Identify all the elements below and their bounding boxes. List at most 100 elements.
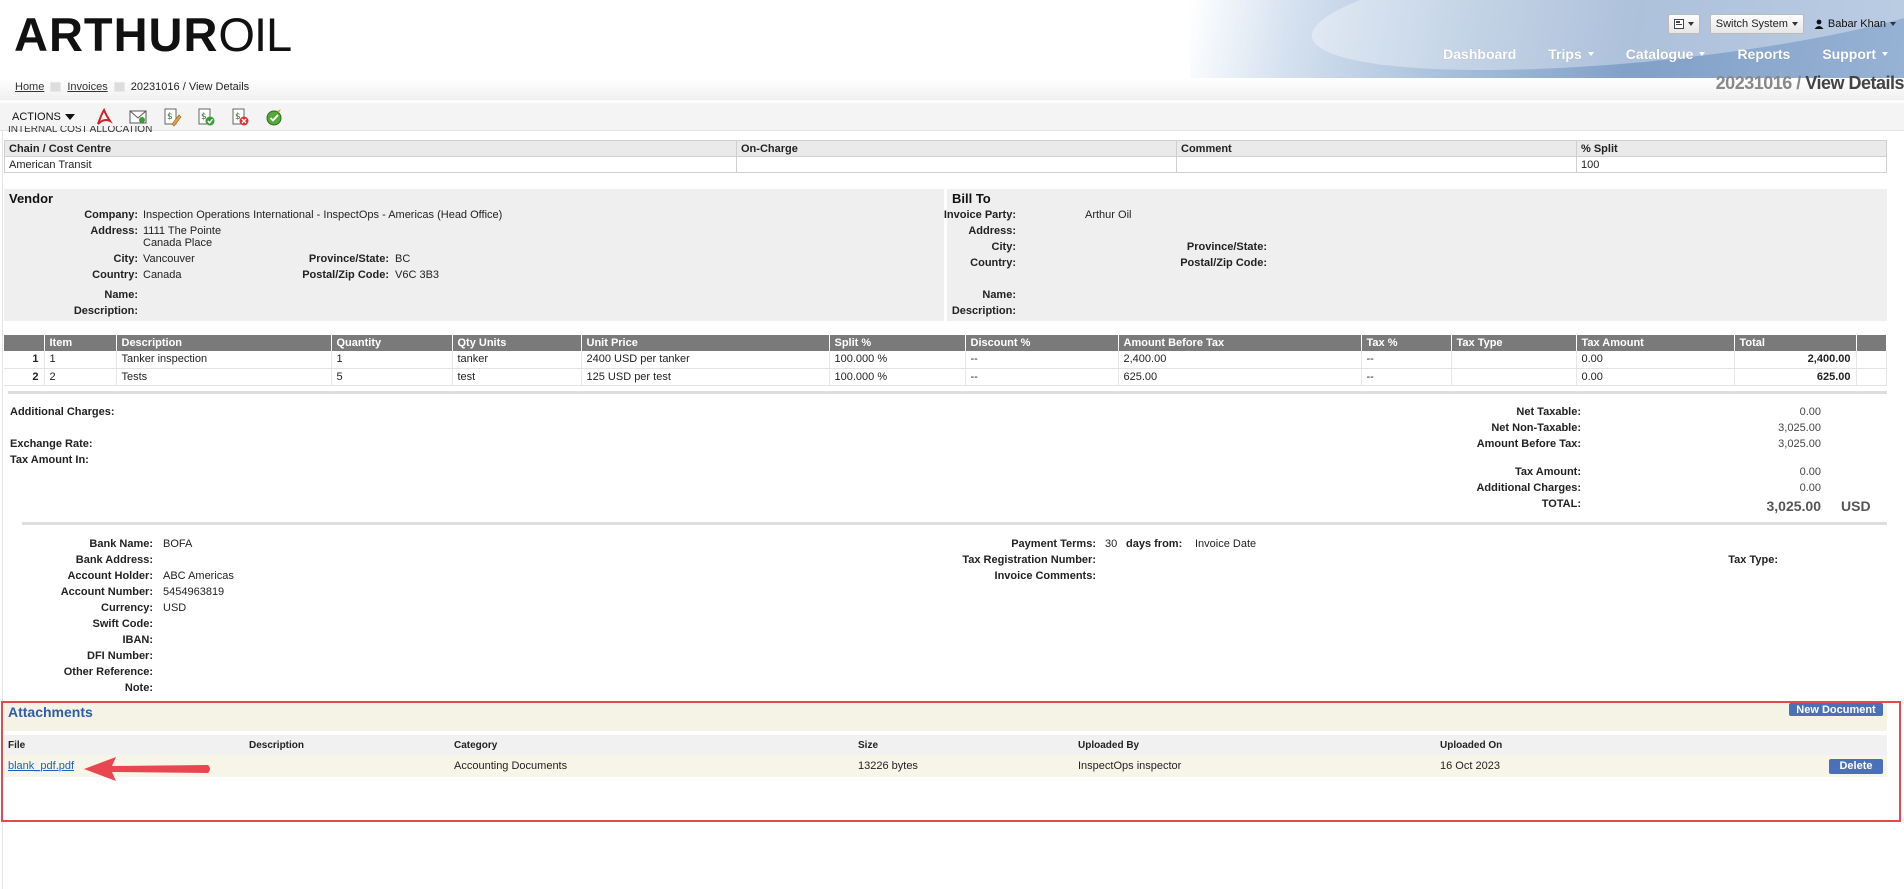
pdf-icon[interactable] [93, 106, 115, 128]
description-cell: Tanker inspection [116, 351, 332, 369]
caret-down-icon [64, 114, 75, 120]
chevron-down-icon [1699, 52, 1706, 56]
column-header: On-Charge [736, 140, 1177, 157]
tax-percent-cell: -- [1361, 351, 1452, 369]
brand-logo[interactable]: ARTHUROIL [14, 8, 292, 61]
bill-to-description-label: Description: [951, 305, 1016, 317]
vendor-description-label: Description: [73, 305, 138, 317]
switch-system-button[interactable]: Switch System [1709, 14, 1804, 34]
user-menu[interactable]: Babar Khan [1814, 18, 1896, 30]
actions-dropdown[interactable]: ACTIONS [12, 111, 75, 123]
breadcrumb: Home Invoices 20231016 / View Details [15, 81, 249, 93]
vendor-panel: Vendor Company: Inspection Operations In… [4, 189, 944, 321]
column-header: Unit Price [581, 335, 830, 351]
comment-cell [1176, 156, 1577, 173]
breadcrumb-home-link[interactable]: Home [15, 81, 44, 93]
total-cell: 2,400.00 [1734, 351, 1857, 369]
pay-check-icon[interactable] [263, 106, 285, 128]
vendor-postal-label: Postal/Zip Code: [302, 269, 389, 281]
nav-trips-label: Trips [1548, 46, 1582, 62]
cost-allocation-label: INTERNAL COST ALLOCATION [8, 126, 153, 134]
payment-terms: 30 [1105, 538, 1118, 550]
unit-price-cell: 125 USD per test [581, 368, 830, 386]
amount-before-tax-cell: 625.00 [1118, 368, 1362, 386]
tax-type-label: Tax Type: [1728, 554, 1778, 566]
pointer-arrow-icon [84, 757, 210, 781]
amount-before-tax-label: Amount Before Tax: [1476, 438, 1581, 450]
quantity-cell: 5 [331, 368, 453, 386]
split-cell: 100 [1576, 156, 1887, 173]
account-holder-label: Account Holder: [67, 570, 153, 582]
cost-allocation-table: Chain / Cost Centre On-Charge Comment % … [4, 140, 1887, 173]
split-cell: 100.000 % [829, 351, 966, 369]
amount-before-tax-value: 3,025.00 [1778, 438, 1821, 450]
account-number-label: Account Number: [60, 586, 153, 598]
header-banner-art [1190, 0, 1904, 78]
column-header: Quantity [331, 335, 453, 351]
bill-to-title: Bill To [952, 191, 991, 206]
split-cell: 100.000 % [829, 368, 966, 386]
days-from: Invoice Date [1195, 538, 1257, 550]
tax-amount-in-label: Tax Amount In: [10, 454, 89, 466]
nav-catalogue[interactable]: Catalogue [1610, 46, 1722, 62]
nav-trips[interactable]: Trips [1532, 46, 1609, 62]
vendor-city-label: City: [113, 253, 138, 265]
vendor-company-label: Company: [84, 209, 138, 221]
chevron-down-icon [1587, 52, 1594, 56]
total-currency: USD [1841, 498, 1871, 514]
additional-charges-label: Additional Charges: [10, 406, 115, 418]
column-header [4, 335, 45, 351]
vendor-company: Inspection Operations International - In… [143, 209, 503, 221]
approve-icon[interactable]: $ [195, 106, 217, 128]
attachments-highlight-frame [1, 701, 1901, 822]
column-header: Tax % [1361, 335, 1452, 351]
table-row: American Transit 100 [4, 156, 1887, 173]
invoice-comments-label: Invoice Comments: [994, 570, 1096, 582]
bill-to-address-label: Address: [968, 225, 1016, 237]
email-icon[interactable] [127, 106, 149, 128]
nav-support[interactable]: Support [1806, 46, 1904, 62]
discount-cell: -- [965, 351, 1119, 369]
edit-invoice-icon[interactable]: $ [161, 106, 183, 128]
description-cell: Tests [116, 368, 332, 386]
bill-to-province-label: Province/State: [1186, 241, 1267, 253]
bill-to-city-label: City: [991, 241, 1016, 253]
spacer-cell [1856, 368, 1887, 386]
total-value: 3,025.00 [1766, 498, 1822, 514]
bank-address-label: Bank Address: [75, 554, 153, 566]
breadcrumb-invoices-link[interactable]: Invoices [67, 81, 107, 93]
net-taxable-value: 0.00 [1799, 406, 1821, 418]
net-non-taxable-value: 3,025.00 [1778, 422, 1821, 434]
actions-label: ACTIONS [12, 111, 61, 123]
nav-reports-label: Reports [1737, 46, 1791, 62]
tax-registration-label: Tax Registration Number: [962, 554, 1096, 566]
currency: USD [163, 602, 187, 614]
exchange-rate-label: Exchange Rate: [10, 438, 93, 450]
breadcrumb-separator-icon [113, 82, 125, 92]
section-divider [22, 522, 1887, 525]
nav-support-label: Support [1822, 46, 1876, 62]
account-number: 5454963819 [163, 586, 225, 598]
nav-dashboard[interactable]: Dashboard [1427, 46, 1532, 62]
nav-reports[interactable]: Reports [1721, 46, 1806, 62]
layout-toggle-button[interactable] [1667, 14, 1700, 34]
bill-to-panel: Bill To Invoice Party: Arthur Oil Addres… [943, 189, 1887, 321]
column-header: Discount % [965, 335, 1119, 351]
vendor-province-label: Province/State: [308, 253, 389, 265]
bill-to-party-label: Invoice Party: [943, 209, 1016, 221]
column-header: % Split [1576, 140, 1887, 157]
nav-dashboard-label: Dashboard [1443, 46, 1517, 62]
vendor-province: BC [395, 253, 411, 265]
reject-icon[interactable]: $ [229, 106, 251, 128]
vendor-city: Vancouver [143, 253, 195, 265]
vendor-country-label: Country: [92, 269, 138, 281]
column-header: Total [1734, 335, 1857, 351]
column-header [1856, 335, 1887, 351]
brand-name-light: OIL [218, 8, 292, 61]
net-taxable-label: Net Taxable: [1516, 406, 1581, 418]
qty-units-cell: tanker [452, 351, 582, 369]
summary-additional-charges-label: Additional Charges: [1476, 482, 1581, 494]
swift-code-label: Swift Code: [92, 618, 154, 630]
net-non-taxable-label: Net Non-Taxable: [1491, 422, 1581, 434]
bill-to-party: Arthur Oil [1085, 209, 1132, 221]
